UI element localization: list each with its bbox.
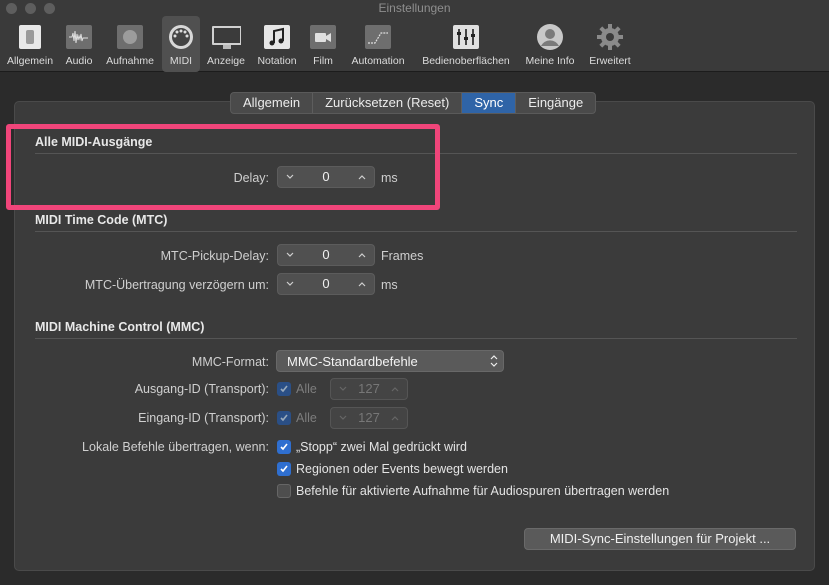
midi-icon	[166, 22, 196, 52]
switch-icon	[15, 22, 45, 52]
stop-twice-label: „Stopp“ zwei Mal gedrückt wird	[296, 440, 467, 454]
mtc-pickup-label: MTC-Pickup-Delay:	[160, 249, 269, 263]
toolbar-item-bedienoberflaechen[interactable]: Bedienoberflächen	[414, 16, 518, 72]
mtc-transmit-label: MTC-Übertragung verzögern um:	[84, 278, 269, 292]
toolbar-item-film[interactable]: Film	[306, 16, 340, 72]
record-enable-checkbox[interactable]	[277, 484, 291, 498]
mixer-icon	[451, 22, 481, 52]
tab-eingaenge[interactable]: Eingänge	[516, 93, 595, 113]
record-icon	[115, 22, 145, 52]
toolbar-item-erweitert[interactable]: Erweitert	[582, 16, 638, 72]
mmc-format-select[interactable]: MMC-Standardbefehle	[276, 350, 504, 372]
user-icon	[535, 22, 565, 52]
divider	[35, 231, 797, 232]
toolbar-item-aufnahme[interactable]: Aufnahme	[101, 16, 159, 72]
chevron-up-icon	[385, 380, 405, 398]
preferences-toolbar: Allgemein Audio Aufnahme MIDI Anzeige No…	[0, 16, 829, 72]
chevron-down-icon	[333, 380, 353, 398]
section-title-mtc: MIDI Time Code (MTC)	[35, 213, 168, 227]
chevron-up-icon[interactable]	[352, 246, 372, 264]
waveform-icon	[64, 22, 94, 52]
monitor-icon	[211, 22, 241, 52]
regions-moved-checkbox[interactable]	[277, 462, 291, 476]
regions-moved-label: Regionen oder Events bewegt werden	[296, 462, 508, 476]
out-id-all-label: Alle	[296, 382, 317, 396]
toolbar-item-meine-info[interactable]: Meine Info	[521, 16, 579, 72]
out-id-all-checkbox[interactable]	[277, 382, 291, 396]
highlight-box	[6, 124, 440, 210]
record-enable-label: Befehle für aktivierte Aufnahme für Audi…	[296, 484, 670, 498]
window-title: Einstellungen	[378, 1, 451, 15]
tab-sync[interactable]: Sync	[462, 93, 517, 113]
out-id-value: 127	[358, 381, 380, 396]
mtc-pickup-stepper[interactable]: 0	[277, 244, 375, 266]
tab-zuruecksetzen[interactable]: Zurücksetzen (Reset)	[313, 93, 463, 113]
mmc-format-value: MMC-Standardbefehle	[287, 354, 418, 369]
chevron-down-icon[interactable]	[280, 275, 300, 293]
out-id-stepper[interactable]: 127	[330, 378, 408, 400]
section-title-mmc: MIDI Machine Control (MMC)	[35, 320, 205, 334]
gear-icon	[595, 22, 625, 52]
mtc-pickup-unit: Frames	[381, 249, 424, 263]
note-icon	[262, 22, 292, 52]
toolbar-item-anzeige[interactable]: Anzeige	[204, 16, 248, 72]
toolbar-item-allgemein[interactable]: Allgemein	[3, 16, 57, 72]
toolbar-item-audio[interactable]: Audio	[61, 16, 97, 72]
in-id-label: Eingang-ID (Transport):	[138, 411, 269, 425]
mtc-transmit-unit: ms	[381, 278, 398, 292]
tab-allgemein[interactable]: Allgemein	[231, 93, 314, 113]
mtc-pickup-value: 0	[322, 247, 330, 262]
chevron-down-icon	[333, 409, 353, 427]
updown-chevron-icon	[489, 354, 499, 373]
mtc-transmit-stepper[interactable]: 0	[277, 273, 375, 295]
toolbar-item-midi[interactable]: MIDI	[162, 16, 200, 72]
divider	[35, 338, 797, 339]
in-id-all-checkbox[interactable]	[277, 411, 291, 425]
midi-sync-project-button[interactable]: MIDI-Sync-Einstellungen für Projekt ...	[524, 528, 796, 550]
mmc-format-label: MMC-Format:	[191, 355, 269, 369]
title-bar: Einstellungen	[0, 0, 829, 16]
toolbar-item-automation[interactable]: Automation	[345, 16, 411, 72]
local-commands-label: Lokale Befehle übertragen, wenn:	[82, 440, 269, 454]
stop-twice-checkbox[interactable]	[277, 440, 291, 454]
in-id-all-label: Alle	[296, 411, 317, 425]
chevron-down-icon[interactable]	[280, 246, 300, 264]
in-id-value: 127	[358, 410, 380, 425]
mtc-transmit-value: 0	[322, 276, 330, 291]
chevron-up-icon[interactable]	[352, 275, 372, 293]
out-id-label: Ausgang-ID (Transport):	[134, 382, 269, 396]
film-icon	[308, 22, 338, 52]
chevron-up-icon	[385, 409, 405, 427]
tab-bar: Allgemein Zurücksetzen (Reset) Sync Eing…	[230, 92, 597, 114]
automation-icon	[363, 22, 393, 52]
in-id-stepper[interactable]: 127	[330, 407, 408, 429]
toolbar-item-notation[interactable]: Notation	[253, 16, 301, 72]
